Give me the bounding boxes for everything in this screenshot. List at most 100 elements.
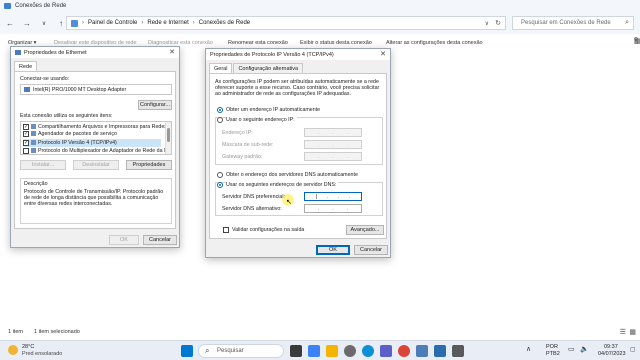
explorer-titlebar: Conexões de Rede (0, 0, 640, 12)
items-label: Esta conexão utiliza os seguintes itens: (20, 113, 113, 119)
item-label: Protocolo do Multiplexador de Adaptador … (38, 148, 169, 154)
weather-temperature[interactable]: 28°C (22, 344, 34, 350)
tab-general[interactable]: Geral (209, 63, 233, 73)
taskbar-search-placeholder: Pesquisar (217, 348, 244, 354)
intro-line-3: ao administrador de rede as configuraçõe… (215, 91, 351, 97)
address-bar[interactable]: › Painel de Controle › Rede e Internet ›… (66, 16, 506, 30)
network-connections-taskbar-icon[interactable] (434, 345, 446, 357)
cmd-change-settings[interactable]: Alterar as configurações desta conexão (386, 40, 483, 46)
calculator-icon[interactable] (452, 345, 464, 357)
description-group: Descrição Protocolo de Controle de Trans… (20, 178, 172, 224)
item-checkbox[interactable]: ✓ (23, 131, 29, 137)
chrome-icon[interactable] (398, 345, 410, 357)
ethernet-tabs: Rede (11, 61, 179, 71)
weather-icon[interactable] (8, 345, 18, 355)
breadcrumb-network-internet[interactable]: Rede e Internet (147, 20, 188, 26)
network-folder-icon (4, 3, 11, 9)
manual-dns-label[interactable]: Usar os seguintes endereços de servidor … (226, 182, 339, 189)
start-icon[interactable] (181, 345, 193, 357)
tab-alternate-config[interactable]: Configuração alternativa (233, 63, 304, 73)
search-placeholder: Pesquisar em Conexões de Rede (521, 20, 611, 26)
scrollbar-thumb[interactable] (167, 128, 170, 142)
mouse-pointer-icon: ↖ (286, 199, 292, 206)
keyboard-layout[interactable]: PTB2 (546, 351, 560, 357)
weather-description[interactable]: Pred ensolarado (22, 351, 62, 357)
breadcrumb-control-panel[interactable]: Painel de Controle (88, 20, 137, 26)
close-icon[interactable]: ✕ (169, 48, 175, 56)
control-panel-taskbar-icon[interactable] (416, 345, 428, 357)
auto-dns-label[interactable]: Obter o endereço dos servidores DNS auto… (226, 172, 358, 178)
advanced-button[interactable]: Avançado... (346, 225, 384, 235)
validate-checkbox[interactable] (223, 227, 229, 233)
ipv4-dialog-title: Propriedades de Protocolo IP Versão 4 (T… (210, 51, 334, 58)
notification-icon[interactable]: ▢ (630, 346, 636, 353)
subnet-mask-field[interactable]: ... (304, 140, 362, 149)
clock-time[interactable]: 09:37 (604, 344, 618, 350)
item-checkbox[interactable]: ✓ (23, 124, 29, 130)
validate-label[interactable]: Validar configurações na saída (232, 227, 304, 233)
ipv4-tab-body: As configurações IP podem ser atribuídas… (209, 73, 387, 239)
auto-ip-radio[interactable] (217, 107, 223, 113)
adapter-name: Intel(R) PRO/1000 MT Desktop Adapter (33, 87, 127, 93)
item-checkbox[interactable]: ✓ (23, 140, 29, 146)
install-button[interactable]: Instalar... (20, 160, 66, 170)
manual-dns-radio[interactable] (217, 182, 223, 188)
auto-dns-radio[interactable] (217, 172, 223, 178)
network-adapter-icon (15, 50, 21, 55)
volume-icon[interactable]: 🔈 (580, 345, 589, 353)
help-icon[interactable]: ? (634, 37, 638, 44)
item-checkbox[interactable] (23, 148, 29, 154)
ethernet-cancel-button[interactable]: Cancelar (143, 235, 177, 245)
widgets-icon[interactable] (308, 345, 320, 357)
address-dropdown-icon[interactable]: ∨ (485, 20, 489, 27)
tray-chevron-icon[interactable]: ∧ (526, 345, 531, 353)
item-label: Protocolo IP Versão 4 (TCP/IPv4) (38, 140, 117, 146)
edge-icon[interactable] (362, 345, 374, 357)
ethernet-ok-button[interactable]: OK (109, 235, 139, 245)
details-view-icon[interactable]: ☰ (620, 328, 626, 336)
manual-ip-radio[interactable] (217, 117, 223, 123)
preferred-dns-field[interactable]: |... (304, 192, 362, 201)
item-label: Compartilhamento Arquivos e Impressoras … (38, 124, 167, 130)
item-label: Agendador de pacotes de serviço (38, 131, 117, 137)
uninstall-button[interactable]: Desinstalar (73, 160, 119, 170)
close-icon[interactable]: ✕ (380, 50, 386, 58)
auto-ip-label[interactable]: Obter um endereço IP automaticamente (226, 107, 320, 113)
file-explorer-icon[interactable] (326, 345, 338, 357)
subnet-mask-label: Máscara de sub-rede: (222, 142, 274, 148)
description-title: Descrição (24, 181, 48, 187)
ethernet-tab-body: Conectar-se usando: Intel(R) PRO/1000 MT… (14, 71, 176, 229)
list-scrollbar[interactable] (165, 122, 171, 154)
forward-arrow-icon[interactable]: → (20, 16, 34, 30)
gateway-field[interactable]: ... (304, 152, 362, 161)
back-arrow-icon[interactable]: ← (3, 16, 17, 30)
cmd-view-status[interactable]: Exibir o status desta conexão (300, 40, 372, 46)
ipv4-ok-button[interactable]: OK (316, 245, 350, 255)
protocol-icon (31, 140, 36, 145)
manual-ip-label[interactable]: Usar o seguinte endereço IP: (226, 117, 297, 124)
ipv4-cancel-button[interactable]: Cancelar (354, 245, 388, 255)
settings-icon[interactable] (344, 345, 356, 357)
recent-chevron-icon[interactable]: ∨ (37, 16, 51, 30)
search-input[interactable]: Pesquisar em Conexões de Rede ⌕ (512, 16, 634, 30)
network-icon[interactable]: ▭ (568, 345, 575, 353)
ip-address-field[interactable]: ... (304, 128, 362, 137)
alternate-dns-field[interactable]: ... (304, 204, 362, 213)
teams-icon[interactable] (380, 345, 392, 357)
scheduler-icon (31, 131, 36, 136)
configure-button[interactable]: Configurar... (138, 100, 172, 110)
ipv4-dialog-titlebar: Propriedades de Protocolo IP Versão 4 (T… (206, 49, 390, 60)
items-list: ✓ Compartilhamento Arquivos e Impressora… (20, 121, 172, 155)
taskbar-search-icon: ⌕ (205, 346, 210, 355)
list-item-selected[interactable]: ✓ Protocolo IP Versão 4 (TCP/IPv4) (23, 139, 161, 147)
cmd-rename[interactable]: Renomear esta conexão (228, 40, 288, 46)
task-view-icon[interactable] (290, 345, 302, 357)
refresh-icon[interactable]: ↻ (495, 19, 501, 27)
tiles-view-icon[interactable]: ▦ (629, 328, 636, 336)
clock-date[interactable]: 04/07/2023 (598, 351, 626, 357)
taskbar-search-input[interactable]: ⌕ Pesquisar (198, 344, 284, 358)
language-code[interactable]: POR (546, 344, 558, 350)
tab-network[interactable]: Rede (14, 61, 38, 71)
properties-button[interactable]: Propriedades (126, 160, 172, 170)
breadcrumb-network-connections[interactable]: Conexões de Rede (199, 20, 250, 26)
